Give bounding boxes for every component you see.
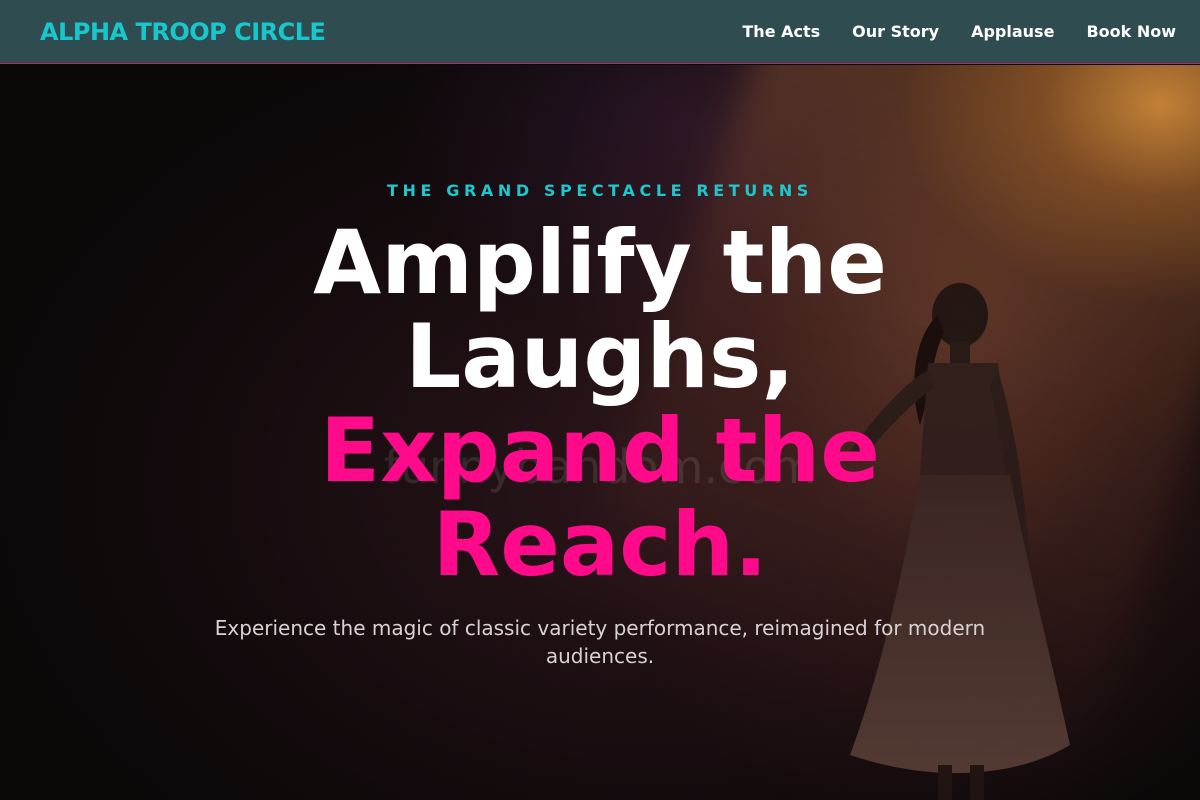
nav-link-book-now[interactable]: Book Now: [1086, 22, 1176, 41]
nav-links: The Acts Our Story Applause Book Now: [742, 22, 1176, 41]
headline-line-2: Laughs,: [405, 305, 795, 408]
nav-link-the-acts[interactable]: The Acts: [742, 22, 820, 41]
brand-logo[interactable]: ALPHA TROOP CIRCLE: [40, 18, 326, 46]
headline-line-1: Amplify the: [313, 211, 887, 314]
nav-link-our-story[interactable]: Our Story: [852, 22, 939, 41]
headline-accent-line-2: Reach.: [432, 493, 768, 596]
headline-accent-line-1: Expand the: [320, 399, 880, 502]
hero-subtext: Experience the magic of classic variety …: [214, 616, 986, 668]
hero-content: THE GRAND SPECTACLE RETURNS Amplify the …: [200, 65, 1000, 670]
navbar: ALPHA TROOP CIRCLE The Acts Our Story Ap…: [0, 0, 1200, 64]
hero-eyebrow: THE GRAND SPECTACLE RETURNS: [387, 181, 813, 200]
hero-section: funnybandom.com THE GRAND SPECTACLE RETU…: [0, 65, 1200, 800]
nav-link-applause[interactable]: Applause: [971, 22, 1054, 41]
hero-headline: Amplify the Laughs, Expand the Reach.: [200, 216, 1000, 592]
